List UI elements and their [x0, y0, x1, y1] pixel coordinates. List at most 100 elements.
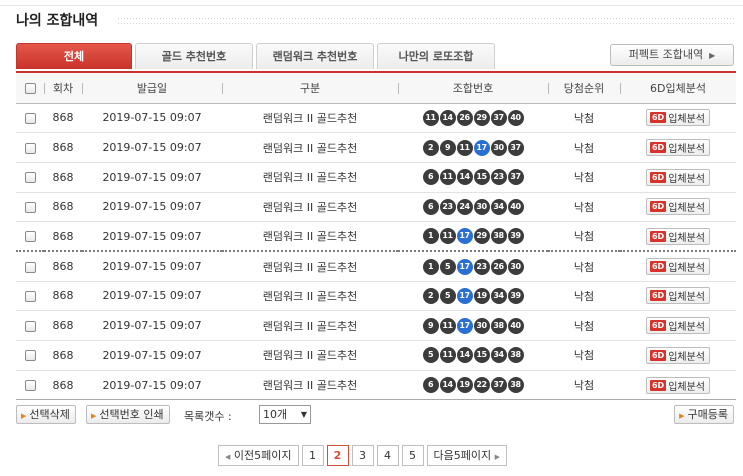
number-ball: 24 [456, 198, 473, 215]
row-select-cell [16, 281, 44, 312]
analysis-6d-button[interactable]: 6D 입체분석 [645, 168, 711, 186]
type-cell: 랜덤워크 II 골드추천 [222, 192, 398, 223]
delete-selected-button[interactable]: ▶ 선택삭제 [16, 405, 76, 424]
type-cell: 랜덤워크 II 골드추천 [222, 340, 398, 371]
number-ball: 38 [507, 377, 524, 394]
number-ball: 19 [456, 377, 473, 394]
table-row: 868 2019-07-15 09:07 랜덤워크 II 골드추천 2 9 11 17… [16, 132, 736, 163]
page-5-button[interactable]: 5 [401, 445, 424, 466]
numbers-cell: 1 5 17 23 26 30 [398, 251, 548, 282]
page-3-button[interactable]: 3 [351, 445, 374, 466]
date-cell: 2019-07-15 09:07 [82, 221, 222, 253]
number-ball: 15 [473, 347, 490, 364]
number-ball: 1 [422, 258, 439, 275]
tab-bar: 전체 골드 추천번호 랜덤워크 추천번호 나만의 로또조합 퍼펙트 조합내역 ▶ [16, 43, 736, 69]
print-selected-button[interactable]: ▶ 선택번호 인쇄 [86, 405, 170, 424]
row-select-cell [16, 103, 44, 134]
chevron-left-icon: ◀ [225, 453, 231, 461]
tab-gold[interactable]: 골드 추천번호 [135, 43, 253, 69]
analysis-6d-button[interactable]: 6D 입체분석 [645, 376, 711, 394]
row-select-cell [16, 310, 44, 341]
6d-badge-icon: 6D [649, 142, 667, 154]
rank-cell: 낙첨 [548, 103, 620, 134]
number-ball: 11 [456, 139, 473, 156]
numbers-cell: 2 9 11 17 30 37 [398, 132, 548, 163]
6d-badge-icon: 6D [649, 171, 667, 183]
tab-all[interactable]: 전체 [16, 43, 132, 69]
row-checkbox[interactable] [24, 290, 36, 302]
row-checkbox[interactable] [24, 320, 36, 332]
select-all-checkbox[interactable] [24, 82, 36, 94]
numbers-cell: 1 11 17 29 38 39 [398, 221, 548, 253]
date-cell: 2019-07-15 09:07 [82, 132, 222, 163]
round-cell: 868 [44, 132, 82, 163]
bottom-bar: ▶ 선택삭제 ▶ 선택번호 인쇄 목록갯수 : 10개 ▼ ▶ 구매등록 [16, 404, 736, 426]
number-ball: 14 [439, 377, 456, 394]
number-ball: 11 [439, 169, 456, 186]
row-checkbox[interactable] [24, 231, 36, 243]
numbers-cell: 11 14 26 29 37 40 [398, 103, 548, 134]
number-ball: 37 [507, 169, 524, 186]
analysis-cell: 6D 입체분석 [620, 370, 736, 401]
rank-cell: 낙첨 [548, 281, 620, 312]
number-ball: 26 [456, 109, 473, 126]
analysis-6d-button[interactable]: 6D 입체분석 [645, 109, 711, 127]
table-body: 868 2019-07-15 09:07 랜덤워크 II 골드추천 11 14 26… [16, 103, 736, 401]
analysis-6d-button[interactable]: 6D 입체분석 [645, 287, 711, 305]
analysis-cell: 6D 입체분석 [620, 162, 736, 193]
number-balls: 1 11 17 29 38 39 [422, 228, 524, 245]
analysis-6d-button[interactable]: 6D 입체분석 [645, 139, 711, 157]
next-5-pages-button[interactable]: 다음5페이지 ▶ [426, 445, 507, 466]
number-ball: 17 [456, 228, 473, 245]
row-checkbox[interactable] [24, 350, 36, 362]
table-row: 868 2019-07-15 09:07 랜덤워크 II 골드추천 9 11 17 3… [16, 310, 736, 341]
triangle-right-icon: ▶ [679, 412, 685, 420]
number-ball: 40 [507, 109, 524, 126]
table-row: 868 2019-07-15 09:07 랜덤워크 II 골드추천 1 5 17 23… [16, 251, 736, 282]
row-checkbox[interactable] [24, 201, 36, 213]
page-1-button[interactable]: 1 [301, 445, 324, 466]
date-cell: 2019-07-15 09:07 [82, 310, 222, 341]
round-cell: 868 [44, 162, 82, 193]
row-checkbox[interactable] [24, 380, 36, 392]
6d-badge-icon: 6D [649, 201, 667, 213]
row-checkbox[interactable] [24, 112, 36, 124]
6d-badge-icon: 6D [649, 379, 667, 391]
date-cell: 2019-07-15 09:07 [82, 281, 222, 312]
6d-badge-icon: 6D [649, 349, 667, 361]
page-4-button[interactable]: 4 [376, 445, 399, 466]
tab-my-combination[interactable]: 나만의 로또조합 [377, 43, 495, 69]
6d-badge-icon: 6D [649, 230, 667, 242]
select-all-cell [16, 71, 44, 104]
number-ball: 1 [422, 228, 439, 245]
analysis-6d-button[interactable]: 6D 입체분석 [645, 227, 711, 245]
number-balls: 6 14 19 22 37 38 [422, 377, 524, 394]
row-checkbox[interactable] [24, 142, 36, 154]
number-balls: 1 5 17 23 26 30 [422, 258, 524, 275]
table-row: 868 2019-07-15 09:07 랜덤워크 II 골드추천 6 11 14 1… [16, 162, 736, 193]
number-ball: 2 [422, 139, 439, 156]
perfect-history-button[interactable]: 퍼펙트 조합내역 ▶ [610, 44, 734, 66]
analysis-6d-button[interactable]: 6D 입체분석 [645, 258, 711, 276]
page-2-button[interactable]: 2 [326, 445, 349, 466]
number-ball: 5 [422, 347, 439, 364]
analysis-6d-button[interactable]: 6D 입체분석 [645, 317, 711, 335]
rank-cell: 낙첨 [548, 370, 620, 401]
row-checkbox[interactable] [24, 261, 36, 273]
purchase-register-button[interactable]: ▶ 구매등록 [674, 405, 734, 424]
number-balls: 5 11 14 15 34 38 [422, 347, 524, 364]
table-row: 868 2019-07-15 09:07 랜덤워크 II 골드추천 11 14 26… [16, 103, 736, 134]
analysis-cell: 6D 입체분석 [620, 281, 736, 312]
col-date: 발급일 [82, 71, 222, 104]
row-checkbox[interactable] [24, 172, 36, 184]
prev-5-pages-button[interactable]: ◀ 이전5페이지 [218, 445, 299, 466]
list-count-select[interactable]: 10개 ▼ [259, 405, 311, 424]
number-ball: 17 [456, 287, 473, 304]
page-title: 나의 조합내역 [16, 13, 99, 29]
tab-randomwalk[interactable]: 랜덤워크 추천번호 [256, 43, 374, 69]
top-frame-line [0, 0, 743, 6]
analysis-6d-button[interactable]: 6D 입체분석 [645, 198, 711, 216]
type-cell: 랜덤워크 II 골드추천 [222, 162, 398, 193]
analysis-6d-button[interactable]: 6D 입체분석 [645, 346, 711, 364]
type-cell: 랜덤워크 II 골드추천 [222, 103, 398, 134]
